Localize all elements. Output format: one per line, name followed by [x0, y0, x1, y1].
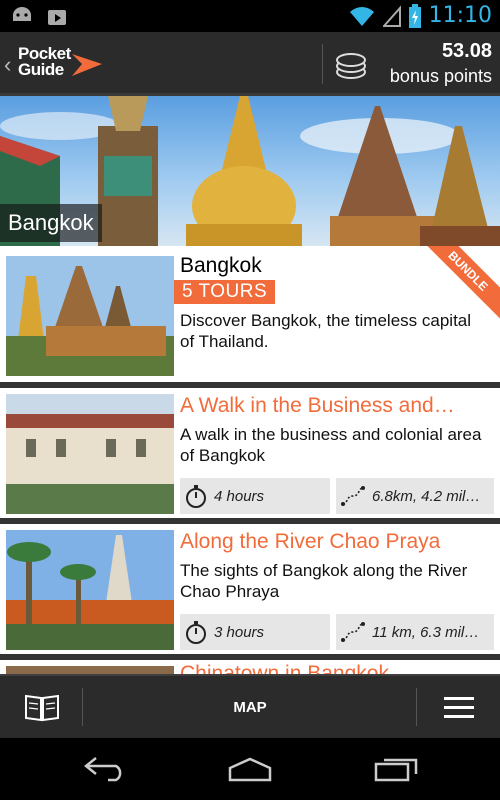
- tour-thumbnail: [6, 394, 174, 514]
- wifi-icon: [349, 6, 374, 26]
- nav-back-icon[interactable]: [82, 754, 128, 782]
- tour-title: Along the River Chao Praya: [180, 530, 441, 553]
- play-store-icon: [48, 10, 66, 25]
- app-header: ‹ Pocket Guide 53.08 bonus points: [0, 32, 500, 96]
- bonus-points-label: bonus points: [389, 66, 492, 86]
- tour-thumbnail: [6, 666, 174, 674]
- tour-thumbnail: [6, 530, 174, 650]
- tour-card[interactable]: Chinatown in Bangkok: [0, 660, 500, 674]
- signal-icon: [382, 4, 401, 27]
- tour-card[interactable]: Along the River Chao Praya The sights of…: [0, 524, 500, 654]
- tour-card-bundle[interactable]: Bangkok 5 TOURS Discover Bangkok, the ti…: [0, 246, 500, 382]
- menu-icon[interactable]: [444, 696, 474, 720]
- tour-thumbnail: [6, 256, 174, 376]
- tour-duration: 4 hours: [180, 478, 330, 514]
- tour-distance: 6.8km, 4.2 mil…: [336, 478, 494, 514]
- bonus-points-value: 53.08: [441, 40, 492, 62]
- tour-title: Chinatown in Bangkok: [180, 662, 389, 674]
- tour-title: Bangkok: [180, 254, 262, 277]
- app-logo[interactable]: Pocket Guide: [18, 45, 71, 79]
- hero-image: Bangkok: [0, 96, 500, 246]
- tour-list[interactable]: Bangkok 5 TOURS Discover Bangkok, the ti…: [0, 246, 500, 674]
- tour-card[interactable]: A Walk in the Business and… A walk in th…: [0, 388, 500, 518]
- bottom-divider: [82, 688, 83, 726]
- bottom-action-bar: MAP: [0, 674, 500, 738]
- tours-count-badge: 5 TOURS: [174, 280, 276, 304]
- nav-home-icon[interactable]: [226, 756, 274, 782]
- book-icon[interactable]: [24, 692, 60, 722]
- stopwatch-icon: [186, 485, 206, 508]
- tour-description: The sights of Bangkok along the River Ch…: [180, 561, 468, 601]
- route-icon: [341, 622, 365, 642]
- tour-description: A walk in the business and colonial area…: [180, 425, 482, 465]
- nav-recent-icon[interactable]: [372, 754, 420, 782]
- coin-stack-icon[interactable]: [334, 50, 368, 80]
- tour-description: Discover Bangkok, the timeless capital o…: [180, 311, 472, 351]
- tour-distance-text: 6.8km, 4.2 mil…: [372, 487, 481, 505]
- tour-title: A Walk in the Business and…: [180, 394, 455, 417]
- tour-duration-text: 4 hours: [214, 487, 265, 505]
- android-icon: [13, 7, 31, 21]
- header-divider: [322, 44, 323, 84]
- tour-duration: 3 hours: [180, 614, 330, 650]
- logo-arrow-icon: [72, 54, 102, 76]
- tour-distance-text: 11 km, 6.3 mil…: [372, 623, 480, 641]
- bottom-divider: [416, 688, 417, 726]
- status-clock: 11:10: [428, 3, 492, 28]
- stopwatch-icon: [186, 621, 206, 644]
- system-nav-bar: [0, 738, 500, 800]
- hero-city-label: Bangkok: [0, 204, 102, 242]
- map-button[interactable]: MAP: [200, 676, 300, 740]
- back-chevron-icon[interactable]: ‹: [4, 52, 11, 78]
- tour-distance: 11 km, 6.3 mil…: [336, 614, 494, 650]
- logo-line2: Guide: [18, 60, 64, 79]
- tour-duration-text: 3 hours: [214, 623, 265, 641]
- battery-icon: [408, 3, 421, 28]
- status-bar: 11:10: [0, 0, 500, 32]
- route-icon: [341, 486, 365, 506]
